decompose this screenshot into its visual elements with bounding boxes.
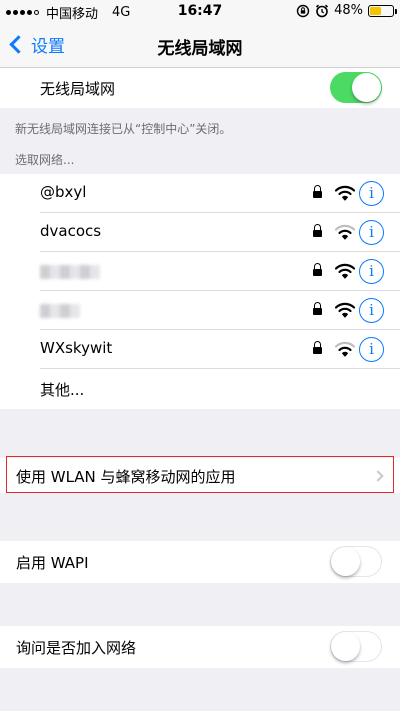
wlan-toggle[interactable]	[330, 72, 382, 103]
status-right: 48%	[296, 3, 397, 18]
wifi-icon	[335, 341, 355, 357]
alarm-icon	[316, 4, 329, 17]
wifi-icon	[335, 185, 355, 201]
network-row[interactable]: WXskywit i	[0, 330, 400, 369]
status-bar: 中国移动 4G 16:47 48%	[0, 0, 400, 22]
lock-icon	[313, 263, 322, 277]
info-button[interactable]: i	[359, 220, 384, 245]
ask-join-toggle-row: 询问是否加入网络	[0, 626, 400, 668]
obscured-network-name	[40, 265, 100, 279]
wlan-toggle-row: 无线局域网	[0, 68, 400, 108]
ask-join-group: 询问是否加入网络	[0, 626, 400, 668]
toggle-knob	[331, 632, 360, 661]
obscured-network-name	[40, 304, 80, 318]
network-row[interactable]: dvacocs i	[0, 213, 400, 252]
wifi-icon	[335, 263, 355, 279]
wapi-label: 启用 WAPI	[16, 554, 89, 572]
control-center-note: 新无线局域网连接已从“控制中心”关闭。	[15, 122, 232, 136]
info-button[interactable]: i	[359, 181, 384, 206]
other-label: 其他...	[40, 381, 85, 399]
network-row[interactable]: @bxyl i	[0, 174, 400, 213]
ask-join-label: 询问是否加入网络	[16, 639, 137, 657]
info-button[interactable]: i	[359, 298, 384, 323]
highlight-box	[6, 456, 394, 493]
wifi-icon	[335, 224, 355, 240]
info-button[interactable]: i	[359, 337, 384, 362]
page-title: 无线局域网	[157, 39, 243, 59]
wapi-toggle[interactable]	[330, 546, 382, 577]
lock-icon	[313, 302, 322, 316]
lock-icon	[313, 185, 322, 199]
ask-join-toggle[interactable]	[330, 631, 382, 662]
network-name: dvacocs	[40, 222, 102, 240]
network-row[interactable]: i	[0, 291, 400, 330]
battery-percent: 48%	[334, 3, 363, 18]
toggle-knob	[331, 547, 360, 576]
toggle-knob	[352, 73, 381, 102]
wlan-group: 无线局域网	[0, 68, 400, 108]
battery-icon	[368, 4, 397, 17]
rotation-lock-icon	[296, 4, 310, 17]
network-row[interactable]: i	[0, 252, 400, 291]
info-button[interactable]: i	[359, 259, 384, 284]
wapi-toggle-row: 启用 WAPI	[0, 541, 400, 583]
navigation-bar: 设置 无线局域网	[0, 22, 400, 68]
other-network-row[interactable]: 其他...	[0, 369, 400, 409]
network-name: @bxyl	[40, 183, 87, 201]
wlan-label: 无线局域网	[40, 79, 116, 98]
network-list: @bxyl i dvacocs i i i WXskywit i 其他...	[0, 174, 400, 409]
network-name: WXskywit	[40, 339, 113, 357]
lock-icon	[313, 224, 322, 238]
choose-network-header: 选取网络...	[15, 153, 75, 167]
wifi-icon	[335, 302, 355, 318]
wapi-group: 启用 WAPI	[0, 541, 400, 583]
lock-icon	[313, 341, 322, 355]
